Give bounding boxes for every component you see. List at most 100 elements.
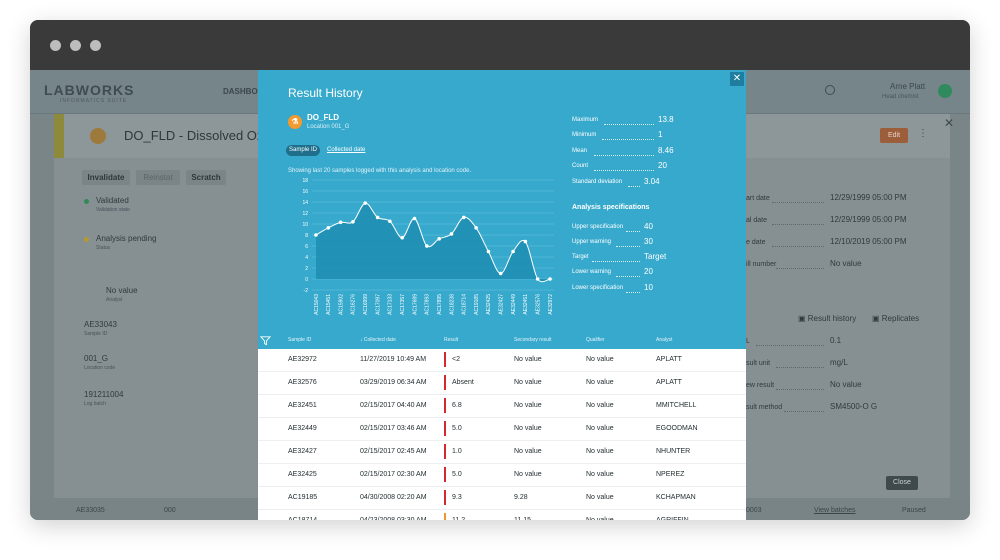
field-leader xyxy=(756,345,824,346)
x-tick-label: AC17895 xyxy=(437,294,443,315)
column-result[interactable]: Result xyxy=(444,337,458,343)
result-history-link[interactable]: ▣ Result history xyxy=(798,314,856,323)
x-tick-label: AC16276 xyxy=(351,294,357,315)
status-dot-icon xyxy=(84,237,89,242)
result-unit-label: sult unit xyxy=(746,360,771,367)
bill-number-value: No value xyxy=(830,259,862,268)
edit-button[interactable]: Edit xyxy=(880,128,908,143)
data-point xyxy=(511,249,515,254)
result-flag-icon xyxy=(444,398,446,413)
replicates-link[interactable]: ▣ Replicates xyxy=(872,314,919,323)
field-leader xyxy=(784,411,824,412)
table-cell: No value xyxy=(586,402,614,409)
avatar[interactable] xyxy=(938,84,952,98)
start-date-label: art date xyxy=(746,195,770,202)
column-sample-id[interactable]: Sample ID xyxy=(288,337,311,343)
table-cell: No value xyxy=(586,494,614,501)
close-icon[interactable]: ✕ xyxy=(944,116,954,130)
view-batches-link[interactable]: View batches xyxy=(814,507,856,514)
y-tick-label: 14 xyxy=(302,200,308,206)
user-name[interactable]: Arne Platt xyxy=(890,82,925,91)
more-icon[interactable]: ⋮ xyxy=(918,128,928,139)
table-cell: 6.8 xyxy=(452,402,462,409)
column-analyst[interactable]: Analyst xyxy=(656,337,672,343)
table-cell: 03/29/2019 06:34 AM xyxy=(360,379,427,386)
scratch-button[interactable]: Scratch xyxy=(186,170,226,185)
table-row[interactable]: AE32972 11/27/2019 10:49 AM <2 No value No v… xyxy=(258,349,746,372)
table-cell: 02/15/2017 02:30 AM xyxy=(360,471,427,478)
column-qualifier[interactable]: Qualifier xyxy=(586,337,605,343)
stat-label: Standard deviation xyxy=(572,179,623,185)
table-row[interactable]: AE32427 02/15/2017 02:45 AM 1.0 No value No … xyxy=(258,441,746,464)
table-cell: 02/15/2017 03:46 AM xyxy=(360,425,427,432)
close-button[interactable]: Close xyxy=(886,476,918,490)
x-tick-label: AC15043 xyxy=(314,294,320,315)
data-point xyxy=(425,244,429,248)
data-point xyxy=(474,226,478,230)
table-row[interactable]: AC19185 04/30/2008 02:20 AM 9.3 9.28 No valu… xyxy=(258,487,746,510)
x-tick-label: AC17097 xyxy=(375,294,381,315)
sample-id-value: AE33043 xyxy=(84,320,117,329)
footer-code: 000 xyxy=(164,507,176,514)
status-label: Status xyxy=(96,245,111,251)
table-row[interactable]: AC18714 04/23/2008 03:30 AM 11.2 11.15 No va… xyxy=(258,510,746,520)
result-unit-value: mg/L xyxy=(830,358,848,367)
data-point xyxy=(400,235,405,240)
y-tick-label: 16 xyxy=(302,189,308,195)
y-tick-label: 2 xyxy=(305,266,308,272)
stat-value: 20 xyxy=(658,161,667,170)
data-point xyxy=(535,277,540,281)
specifications-title: Analysis specifications xyxy=(572,204,650,211)
table-cell: EGOODMAN xyxy=(656,425,698,432)
spec-label: Lower specification xyxy=(572,285,624,291)
table-cell: NPEREZ xyxy=(656,471,685,478)
table-row[interactable]: AE32449 02/15/2017 03:46 AM 5.0 No value No … xyxy=(258,418,746,441)
x-tick-label: AC16999 xyxy=(363,294,369,315)
table-header: Sample ID ↓ Collected date Result Second… xyxy=(258,332,746,349)
y-tick-label: 4 xyxy=(305,255,308,261)
window-dot-icon[interactable] xyxy=(50,40,61,51)
column-collected-date[interactable]: ↓ Collected date xyxy=(360,337,396,343)
table-cell: AE32451 xyxy=(288,402,317,409)
final-date-value: 12/29/1999 05:00 PM xyxy=(830,215,907,224)
analyst-value: No value xyxy=(106,286,138,295)
due-date-value: 12/10/2019 05:00 PM xyxy=(830,237,907,246)
table-cell: 11/27/2019 10:49 AM xyxy=(360,356,427,363)
analysis-icon: ⚗ xyxy=(288,115,302,129)
spec-leader xyxy=(626,292,640,293)
column-secondary-result[interactable]: Secondary result xyxy=(514,337,552,343)
table-cell: No value xyxy=(514,402,542,409)
tab-collected-date[interactable]: Collected date xyxy=(327,147,365,153)
tab-sample-id[interactable]: Sample ID xyxy=(286,145,320,156)
field-leader xyxy=(772,202,824,203)
spec-value: 30 xyxy=(644,237,653,246)
reinstate-button[interactable]: Reinstat xyxy=(136,170,180,185)
table-row[interactable]: AE32451 02/15/2017 04:40 AM 6.8 No value No … xyxy=(258,395,746,418)
location-code-value: 001_G xyxy=(84,354,109,363)
table-cell: AC19185 xyxy=(288,494,318,501)
validation-state-label: Validation state xyxy=(96,207,130,213)
y-tick-label: -2 xyxy=(304,288,309,294)
x-tick-label: AC19185 xyxy=(474,294,480,315)
invalidate-button[interactable]: Invalidate xyxy=(82,170,130,185)
result-history-chart: -2 0 2 4 6 8 10 12 14 16 18 AC15043 AC15451 AC15902 AC… xyxy=(302,178,554,315)
field-leader xyxy=(772,246,824,247)
data-point xyxy=(363,201,368,205)
table-row[interactable]: AE32576 03/29/2019 06:34 AM Absent No value… xyxy=(258,372,746,395)
search-icon[interactable] xyxy=(825,85,835,95)
table-cell: 04/23/2008 03:30 AM xyxy=(360,517,427,520)
y-tick-label: 8 xyxy=(305,233,308,239)
table-cell: No value xyxy=(514,448,542,455)
data-point xyxy=(523,239,528,244)
window-dot-icon[interactable] xyxy=(90,40,101,51)
table-row[interactable]: AE32425 02/15/2017 02:30 AM 5.0 No value No … xyxy=(258,464,746,487)
log-batch-label: Log batch xyxy=(84,401,106,407)
stat-leader xyxy=(628,186,640,187)
stat-leader xyxy=(604,124,654,125)
x-tick-label: AE32449 xyxy=(511,294,517,315)
table-cell: AE32576 xyxy=(288,379,317,386)
stat-label: Mean xyxy=(572,148,588,154)
data-point xyxy=(338,220,343,225)
user-role: Head chemist xyxy=(882,94,919,100)
window-dot-icon[interactable] xyxy=(70,40,81,51)
